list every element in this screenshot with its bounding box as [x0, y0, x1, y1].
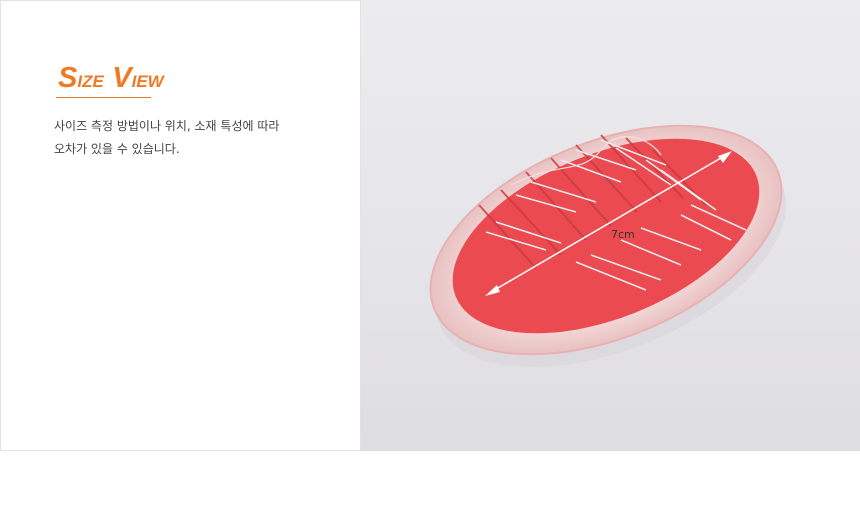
- title-letter-v: V: [112, 62, 132, 94]
- title-rest-size: IZE: [77, 72, 104, 91]
- title-underline: [56, 97, 151, 98]
- title-letter-s: S: [58, 62, 78, 94]
- needle-case-illustration: [429, 124, 787, 368]
- size-view-panel: SIZE VIEW 사이즈 측정 방법이나 위치, 소재 특성에 따라 오차가 …: [0, 0, 361, 451]
- title-rest-view: IEW: [131, 72, 164, 91]
- disclaimer-line-2: 오차가 있을 수 있습니다.: [54, 142, 180, 156]
- disclaimer-line-1: 사이즈 측정 방법이나 위치, 소재 특성에 따라: [54, 119, 280, 133]
- section-title: SIZE VIEW: [58, 64, 164, 93]
- measure-label: 7cm: [611, 228, 635, 241]
- size-disclaimer: 사이즈 측정 방법이나 위치, 소재 특성에 따라 오차가 있을 수 있습니다.: [54, 115, 334, 161]
- product-photo: 7cm: [361, 0, 860, 451]
